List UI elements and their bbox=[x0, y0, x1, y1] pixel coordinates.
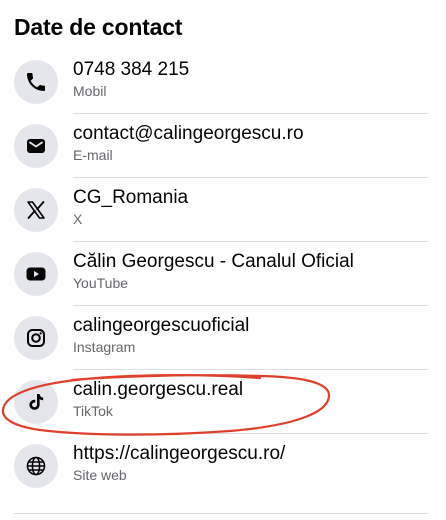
x-logo-icon bbox=[14, 188, 58, 232]
contact-item-instagram[interactable]: calingeorgescuoficial Instagram bbox=[0, 306, 446, 370]
contact-value: calingeorgescuoficial bbox=[73, 315, 250, 336]
contact-type-label: Site web bbox=[73, 467, 127, 483]
contact-type-label: TikTok bbox=[73, 403, 113, 419]
contact-type-label: E-mail bbox=[73, 147, 113, 163]
contact-item-x[interactable]: CG_Romania X bbox=[0, 178, 446, 242]
section-title: Date de contact bbox=[14, 14, 183, 40]
contact-list: 0748 384 215 Mobil contact@calingeorgesc… bbox=[0, 50, 446, 498]
contact-value: contact@calingeorgescu.ro bbox=[73, 123, 304, 144]
bottom-divider bbox=[14, 513, 428, 514]
globe-icon bbox=[14, 444, 58, 488]
contact-type-label: YouTube bbox=[73, 275, 129, 291]
contact-type-label: X bbox=[73, 211, 83, 227]
contact-item-tiktok[interactable]: calin.georgescu.real TikTok bbox=[0, 370, 446, 434]
instagram-icon bbox=[14, 316, 58, 360]
youtube-icon bbox=[14, 252, 58, 296]
contact-value: CG_Romania bbox=[73, 187, 189, 208]
tiktok-icon bbox=[14, 380, 58, 424]
contact-item-email[interactable]: contact@calingeorgescu.ro E-mail bbox=[0, 114, 446, 178]
phone-icon bbox=[14, 60, 58, 104]
contact-type-label: Instagram bbox=[73, 339, 136, 355]
contact-item-youtube[interactable]: Călin Georgescu - Canalul Oficial YouTub… bbox=[0, 242, 446, 306]
contact-value: Călin Georgescu - Canalul Oficial bbox=[73, 251, 354, 272]
contact-value: calin.georgescu.real bbox=[73, 379, 244, 400]
envelope-icon bbox=[14, 124, 58, 168]
contact-value: https://calingeorgescu.ro/ bbox=[73, 443, 286, 464]
contact-value: 0748 384 215 bbox=[73, 59, 190, 80]
contact-item-website[interactable]: https://calingeorgescu.ro/ Site web bbox=[0, 434, 446, 498]
contact-item-phone[interactable]: 0748 384 215 Mobil bbox=[0, 50, 446, 114]
contact-type-label: Mobil bbox=[73, 83, 107, 99]
